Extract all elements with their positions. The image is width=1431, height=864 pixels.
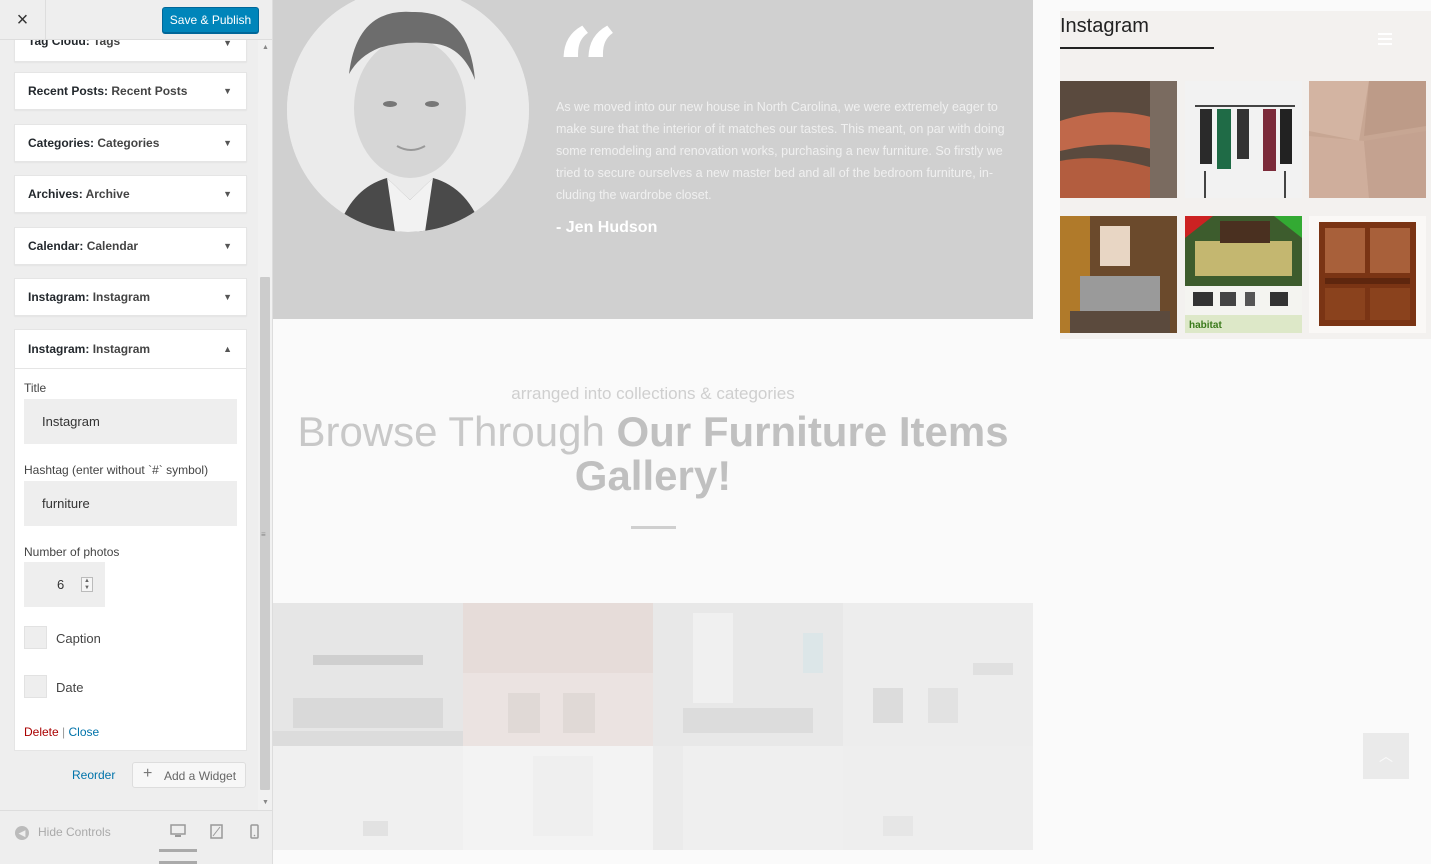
save-publish-button[interactable]: Save & Publish (162, 7, 259, 33)
instagram-photo[interactable] (1060, 81, 1177, 198)
close-customizer-button[interactable]: × (0, 0, 46, 40)
widget-list: Tag Cloud: Tags ▼ Recent Posts: Recent P… (0, 40, 258, 810)
widget-type: Calendar: (28, 239, 84, 253)
spinner-arrows-icon[interactable]: ▲ ▼ (81, 577, 93, 592)
room-photo[interactable] (653, 746, 843, 850)
caption-checkbox[interactable] (24, 626, 47, 649)
widget-title: Instagram (92, 290, 151, 304)
widget-type: Tag Cloud: (28, 40, 90, 48)
sidebar-scrollbar[interactable]: ▲ ≡ ▼ (258, 40, 272, 810)
widget-type: Archives: (28, 187, 83, 201)
caret-down-icon: ▼ (223, 241, 232, 251)
plus-icon: + (143, 765, 153, 782)
caret-down-icon: ▼ (223, 138, 232, 148)
add-widget-label: Add a Widget (164, 769, 237, 783)
testimonial-portrait (287, 0, 529, 232)
instagram-widget-preview: Instagram habitat (1060, 11, 1431, 339)
widget-title: Archive (85, 187, 130, 201)
customizer-sidebar: Tag Cloud: Tags ▼ Recent Posts: Recent P… (0, 0, 273, 864)
widget-header[interactable]: Instagram: Instagram ▲ (15, 330, 246, 369)
photos-number-input[interactable]: 6 ▲ ▼ (24, 562, 105, 607)
testimonial-author: - Jen Hudson (556, 219, 658, 236)
gallery-title: Browse Through Our Furniture Items Galle… (283, 410, 1023, 498)
widget-title: Categories (97, 136, 160, 150)
caret-down-icon: ▼ (223, 292, 232, 302)
gallery-subtitle: arranged into collections & categories (511, 384, 795, 403)
delete-link[interactable]: Delete (24, 725, 59, 739)
scroll-up-arrow-icon[interactable]: ▲ (262, 44, 269, 51)
scroll-down-arrow-icon[interactable]: ▼ (262, 799, 269, 806)
gallery-divider (631, 526, 676, 529)
widget-instagram-expanded: Instagram: Instagram ▲ Title Hashtag (en… (14, 329, 247, 751)
gallery-title-bold: Our Furniture Items Gallery! (574, 408, 1009, 499)
caret-up-icon: ▲ (223, 344, 232, 354)
widget-row-tag-cloud[interactable]: Tag Cloud: Tags ▼ (14, 40, 247, 62)
caption-label: Caption (56, 631, 101, 646)
widget-row-recent-posts[interactable]: Recent Posts: Recent Posts ▼ (14, 72, 247, 110)
instagram-photo[interactable] (1060, 216, 1177, 333)
room-photo[interactable] (843, 746, 1033, 850)
collapse-arrow-icon: ◀ (15, 825, 29, 840)
widget-title: Recent Posts (111, 84, 188, 98)
hashtag-label: Hashtag (enter without `#` symbol) (24, 463, 209, 477)
hashtag-input[interactable] (24, 481, 237, 526)
widget-title: Calendar (86, 239, 139, 253)
instagram-photo[interactable]: habitat (1185, 216, 1302, 333)
widget-type: Instagram: (28, 290, 90, 304)
habitat-logo-text: habitat (1189, 320, 1222, 331)
gallery-title-light: Browse Through (297, 408, 617, 455)
hide-controls-button[interactable]: ◀ Hide Controls (15, 825, 111, 840)
widget-row-archives[interactable]: Archives: Archive ▼ (14, 175, 247, 213)
widget-row-calendar[interactable]: Calendar: Calendar ▼ (14, 227, 247, 265)
back-to-top-button[interactable]: ︿ (1363, 733, 1409, 779)
title-underline (1060, 47, 1214, 49)
close-link[interactable]: Close (69, 725, 100, 739)
instagram-widget-title: Instagram (1060, 15, 1149, 37)
reorder-link[interactable]: Reorder (72, 768, 115, 782)
room-photo[interactable] (843, 603, 1033, 746)
widget-title: Instagram (92, 342, 151, 356)
menu-icon[interactable] (1378, 33, 1392, 45)
footer-divider (159, 849, 197, 852)
widget-type: Recent Posts: (28, 84, 109, 98)
room-photo[interactable] (653, 603, 843, 746)
testimonial-quote: As we moved into our new house in North … (556, 100, 1005, 202)
site-preview: “ As we moved into our new house in Nort… (273, 0, 1431, 864)
title-label: Title (24, 381, 47, 395)
room-photo[interactable] (273, 746, 463, 850)
caret-down-icon: ▼ (223, 40, 232, 48)
room-photo[interactable] (463, 603, 653, 746)
room-photo-grid (273, 603, 1033, 850)
date-label: Date (56, 680, 84, 695)
date-checkbox[interactable] (24, 675, 47, 698)
photos-label: Number of photos (24, 545, 120, 559)
desktop-preview-icon[interactable] (169, 822, 187, 840)
separator: | (62, 725, 66, 739)
tablet-preview-icon[interactable] (207, 822, 225, 840)
customizer-footer: ◀ Hide Controls (0, 810, 272, 864)
room-photo[interactable] (463, 746, 653, 850)
widget-row-instagram[interactable]: Instagram: Instagram ▼ (14, 278, 247, 316)
scroll-grip-icon: ≡ (261, 530, 266, 539)
instagram-photo[interactable] (1309, 81, 1426, 198)
instagram-photo[interactable] (1185, 81, 1302, 198)
hide-controls-label: Hide Controls (38, 825, 111, 839)
mobile-preview-icon[interactable] (245, 822, 263, 840)
customizer-header: × Save & Publish (0, 0, 272, 40)
caret-down-icon: ▼ (223, 86, 232, 96)
testimonial-section: “ As we moved into our new house in Nort… (273, 0, 1033, 319)
widget-actions: Delete | Close (24, 725, 99, 739)
widget-title: Tags (93, 40, 121, 48)
chevron-up-icon: ︿ (1379, 748, 1393, 764)
instagram-photo[interactable] (1309, 216, 1426, 333)
widget-row-categories[interactable]: Categories: Categories ▼ (14, 124, 247, 162)
add-widget-button[interactable]: + Add a Widget (132, 762, 246, 788)
room-photo[interactable] (273, 603, 463, 746)
title-input[interactable] (24, 399, 237, 444)
widget-type: Instagram: (28, 342, 90, 356)
widget-type: Categories: (28, 136, 95, 150)
photos-value: 6 (57, 577, 65, 592)
caret-down-icon: ▼ (223, 189, 232, 199)
